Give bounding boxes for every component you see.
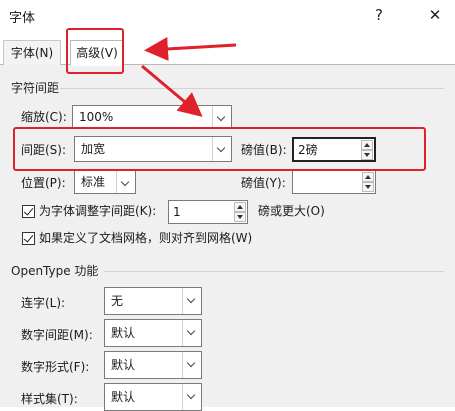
annotation-arrow-down — [141, 64, 203, 117]
annotation-arrow-left — [144, 36, 237, 61]
annotation-arrows — [141, 36, 237, 117]
